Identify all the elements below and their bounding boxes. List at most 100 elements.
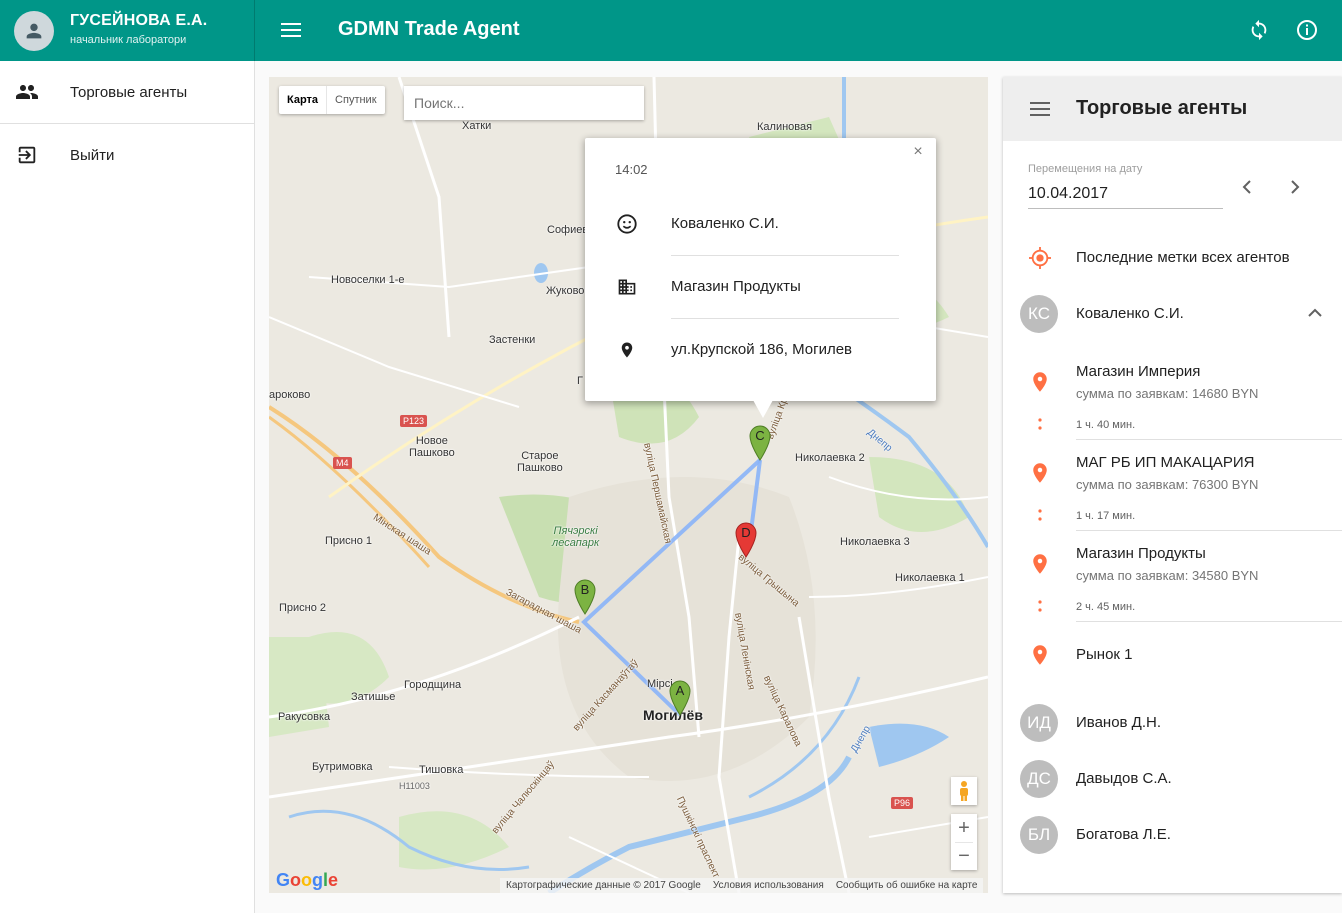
app-title: GDMN Trade Agent (338, 18, 520, 40)
user-role: начальник лаборатори (70, 34, 187, 46)
panel-header: Торговые агенты (1003, 77, 1342, 141)
next-date-button[interactable] (1281, 173, 1309, 201)
map-marker-d[interactable]: D (735, 522, 757, 558)
target-icon (1029, 247, 1051, 269)
info-address-row: ул.Крупской 186, Могилев (615, 320, 899, 382)
road-badge: P123 (400, 415, 428, 427)
info-agent-row: Коваленко С.И. (615, 194, 899, 256)
user-name: ГУСЕЙНОВА Е.А. (70, 12, 208, 29)
map-type-map-button[interactable]: Карта (279, 86, 326, 114)
visit-name: МАГ РБ ИП МАКАЦАРИЯ (1076, 454, 1255, 471)
agent-item[interactable]: КС Коваленко С.И. (1003, 292, 1342, 336)
agent-item[interactable]: ИД Иванов Д.Н. (1003, 701, 1342, 745)
nav-item-logout[interactable]: Выйти (0, 124, 254, 186)
map-label: Г (577, 375, 583, 387)
avatar: ИД (1020, 704, 1058, 742)
visit-sum: сумма по заявкам: 76300 BYN (1076, 477, 1259, 492)
road-badge: M4 (333, 457, 352, 469)
avatar: БЛ (1020, 816, 1058, 854)
info-address: ул.Крупской 186, Могилев (671, 341, 853, 358)
info-divider (671, 318, 899, 319)
menu-button[interactable] (278, 17, 304, 43)
street-view-button[interactable] (951, 777, 977, 805)
zoom-in-button[interactable]: + (951, 814, 977, 842)
map-marker-b[interactable]: B (574, 579, 596, 615)
visit-name: Магазин Продукты (1076, 545, 1206, 562)
map-label: Хатки (462, 120, 492, 132)
visit-item[interactable]: Магазин Империя сумма по заявкам: 14680 … (1003, 359, 1342, 409)
prev-date-button[interactable] (1233, 173, 1261, 201)
date-field[interactable] (1028, 180, 1223, 209)
map-marker-a[interactable]: A (669, 680, 691, 716)
visit-duration: 1 ч. 17 мин. (1076, 510, 1136, 522)
map-label: Николаевка 2 (795, 452, 865, 464)
smiley-icon (615, 212, 639, 236)
visit-duration: 2 ч. 45 мин. (1076, 601, 1136, 613)
map-label: Калиновая (757, 121, 813, 133)
terms-link[interactable]: Условия использования (713, 880, 824, 891)
dots-icon (1038, 509, 1042, 521)
nav-item-agents[interactable]: Торговые агенты (0, 61, 254, 123)
visit-duration: 1 ч. 40 мин. (1076, 419, 1136, 431)
google-logo: Google (276, 870, 339, 890)
info-divider (671, 255, 899, 256)
building-icon (615, 275, 639, 299)
app-bar (0, 0, 1342, 61)
map-label: Николаевка 1 (895, 572, 965, 584)
avatar: КС (1020, 295, 1058, 333)
marker-info-window: × 14:02 Коваленко С.И. Магазин Продукты … (585, 138, 936, 418)
agent-item[interactable]: БЛ Богатова Л.Е. (1003, 813, 1342, 857)
map-label: Присно 2 (279, 602, 327, 614)
map-label: Жуково (546, 285, 585, 297)
agent-item[interactable]: ДС Давыдов С.А. (1003, 757, 1342, 801)
user-avatar[interactable] (14, 11, 54, 51)
agents-panel: Торговые агенты Перемещения на дату Посл… (1003, 77, 1342, 893)
panel-menu-button[interactable] (1027, 96, 1053, 122)
map-type-toggle: Карта Спутник (279, 86, 385, 114)
location-pin-icon (615, 338, 639, 362)
visit-item[interactable]: МАГ РБ ИП МАКАЦАРИЯ сумма по заявкам: 76… (1003, 450, 1342, 500)
sync-button[interactable] (1244, 15, 1274, 45)
map-label: Новоселки 1-е (331, 274, 405, 286)
visit-sum: сумма по заявкам: 34580 BYN (1076, 568, 1259, 583)
map-label: Софиев (547, 224, 589, 236)
left-nav: Торговые агенты Выйти (0, 61, 255, 913)
info-button[interactable] (1292, 15, 1322, 45)
chevron-up-icon[interactable] (1308, 308, 1322, 318)
agent-name: Давыдов С.А. (1076, 770, 1172, 787)
hamburger-icon (281, 23, 301, 37)
map-label: Николаевка 3 (840, 536, 910, 548)
visit-item[interactable]: Рынок 1 (1003, 639, 1342, 675)
map-search-input[interactable] (404, 86, 644, 120)
person-icon (26, 23, 42, 39)
map-label: H11003 (399, 781, 430, 791)
visit-sum: сумма по заявкам: 14680 BYN (1076, 386, 1259, 401)
map-label: Городщина (404, 679, 462, 691)
exit-icon (14, 142, 40, 168)
agent-name: Богатова Л.Е. (1076, 826, 1171, 843)
sync-icon (1251, 19, 1267, 41)
zoom-divider (955, 842, 973, 843)
close-icon[interactable]: × (910, 144, 926, 160)
avatar: ДС (1020, 760, 1058, 798)
location-pin-icon (1033, 645, 1047, 665)
map-label: ароково (269, 389, 311, 401)
info-window-tail (753, 400, 773, 418)
visit-divider (1076, 439, 1342, 440)
pegman-icon (960, 781, 968, 801)
visit-item[interactable]: Магазин Продукты сумма по заявкам: 34580… (1003, 541, 1342, 591)
map-type-satellite-button[interactable]: Спутник (326, 86, 384, 114)
zoom-control: + − (951, 814, 977, 870)
visit-divider (1076, 621, 1342, 622)
map-marker-c[interactable]: C (749, 425, 771, 461)
nav-label-agents: Торговые агенты (70, 83, 188, 101)
info-time: 14:02 (615, 162, 648, 177)
visit-name: Рынок 1 (1076, 646, 1133, 663)
info-place-name: Магазин Продукты (671, 278, 801, 295)
people-icon (14, 79, 40, 105)
visit-divider (1076, 530, 1342, 531)
report-error-link[interactable]: Сообщить об ошибке на карте (836, 880, 978, 891)
last-marks-item[interactable]: Последние метки всех агентов (1003, 240, 1342, 276)
map-label: Бутримовка (312, 761, 373, 773)
zoom-out-button[interactable]: − (951, 842, 977, 870)
